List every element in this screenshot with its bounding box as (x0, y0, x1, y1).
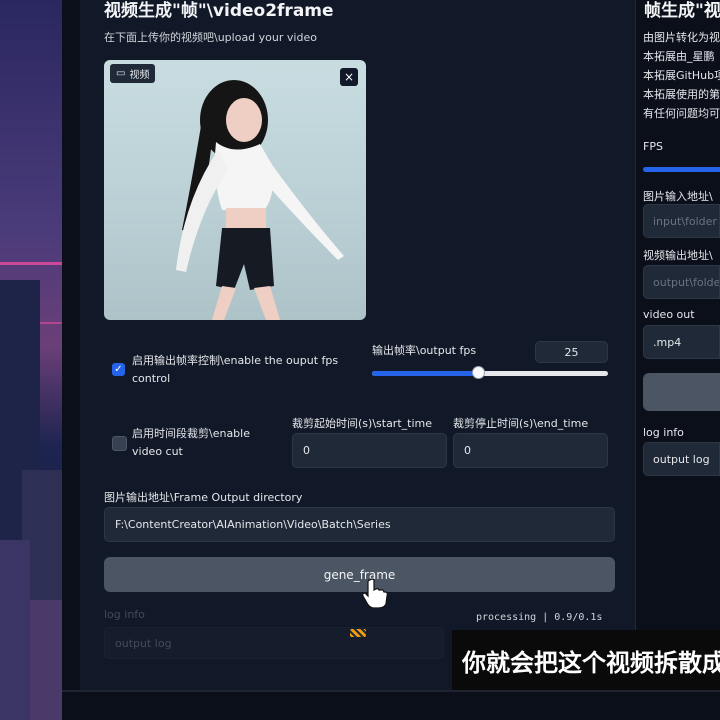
right-panel-desc-1: 由图片转化为视 (643, 31, 720, 44)
output-fps-label: 输出帧率\output fps (372, 344, 477, 357)
video-cut-label-line2: video cut (132, 445, 183, 458)
right-panel-desc-3: 本拓展GitHub项 (643, 69, 720, 82)
fps-control-label-line2: control (132, 372, 171, 385)
log-output-field[interactable]: output log (104, 627, 444, 659)
gene-frame-button[interactable]: gene_frame (104, 557, 615, 592)
panel-title: 视频生成"帧"\video2frame (104, 1, 334, 21)
output-dir-input[interactable]: F:\ContentCreator\AIAnimation\Video\Batc… (104, 507, 615, 542)
fps-control-label-line1: 启用输出帧率控制\enable the ouput fps (132, 354, 339, 367)
image-input-label: 图片输入地址\ (643, 190, 713, 203)
video-cut-label-line1: 启用时间段裁剪\enable (132, 427, 250, 440)
right-panel-title: 帧生成"视 (644, 1, 720, 21)
right-panel-desc-2: 本拓展由_星鹏 (643, 50, 715, 63)
video-caption: 你就会把这个视频拆散成 (452, 630, 720, 690)
fps-slider[interactable] (643, 167, 720, 172)
right-panel-desc-5: 有任何问题均可 (643, 107, 720, 120)
end-time-input[interactable]: 0 (453, 433, 608, 468)
video-frame-image (176, 80, 344, 320)
video-out-label: video out (643, 308, 695, 321)
upload-subtitle: 在下面上传你的视频吧\upload your video (104, 31, 317, 44)
video-out-format-select[interactable]: .mp4 (643, 325, 720, 359)
video-output-field[interactable]: output\folder (643, 265, 720, 299)
video-tag-label: 视频 (129, 70, 150, 81)
output-fps-slider-fill (372, 371, 479, 376)
video-camera-icon: ▭ (116, 68, 126, 79)
log-info-label: log info (104, 608, 145, 621)
desktop-wallpaper (0, 0, 62, 720)
hand-cursor-icon (362, 578, 388, 608)
fps-control-checkbox[interactable]: ✓ (112, 363, 125, 376)
processing-status: processing | 0.9/0.1s (476, 612, 603, 623)
output-dir-label: 图片输出地址\Frame Output directory (104, 491, 303, 504)
image-input-field[interactable]: input\folder (643, 204, 720, 238)
generate-video-button[interactable] (643, 373, 720, 411)
right-log-info-label: log info (643, 426, 684, 439)
output-fps-slider[interactable] (372, 366, 608, 379)
video-output-label: 视频输出地址\ (643, 249, 713, 262)
close-icon[interactable]: × (340, 68, 358, 86)
output-fps-number[interactable]: 25 (535, 341, 608, 363)
start-time-input[interactable]: 0 (292, 433, 447, 468)
fps-label: FPS (643, 140, 663, 153)
end-time-label: 裁剪停止时间(s)\end_time (453, 417, 589, 430)
video-cut-checkbox[interactable] (112, 436, 127, 451)
video-upload-preview[interactable]: ▭ 视频 × (104, 60, 366, 320)
video-tag: ▭ 视频 (110, 64, 156, 83)
right-log-output[interactable]: output log (643, 442, 720, 476)
right-panel-desc-4: 本拓展使用的第 (643, 88, 720, 101)
loading-indicator (350, 629, 366, 637)
start-time-label: 裁剪起始时间(s)\start_time (292, 417, 432, 430)
